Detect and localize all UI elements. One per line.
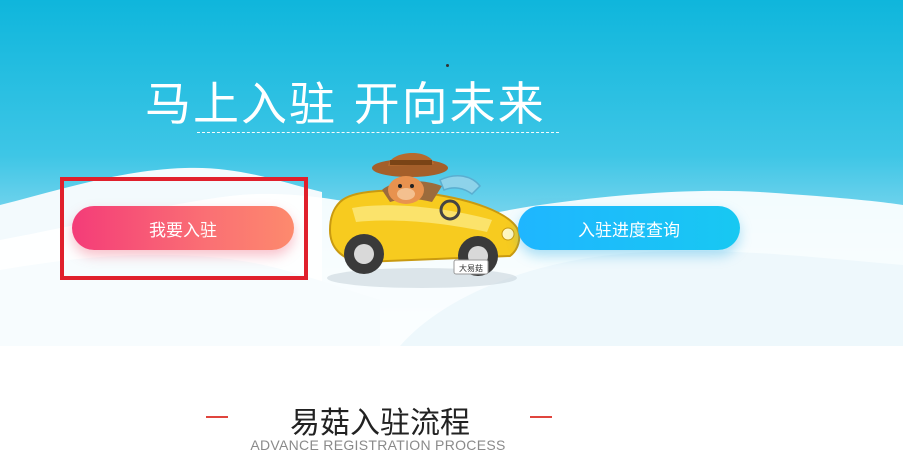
highlight-box [60,177,308,280]
dot-decoration [446,64,449,67]
section-title: 易菇入驻流程 [290,406,470,441]
hero-title: 马上入驻 开向未来 [145,77,546,131]
query-progress-button[interactable]: 入驻进度查询 [518,206,740,250]
hero-banner: 马上入驻 开向未来 我要入驻 大易菇 入驻进度查询 [0,0,903,346]
section-subtitle: ADVANCE REGISTRATION PROCESS [250,437,506,453]
right-accent-dash [530,416,552,418]
car-mascot-illustration: 大易菇 [327,152,521,288]
car-plate-text: 大易菇 [459,263,483,273]
title-underline [197,132,559,133]
